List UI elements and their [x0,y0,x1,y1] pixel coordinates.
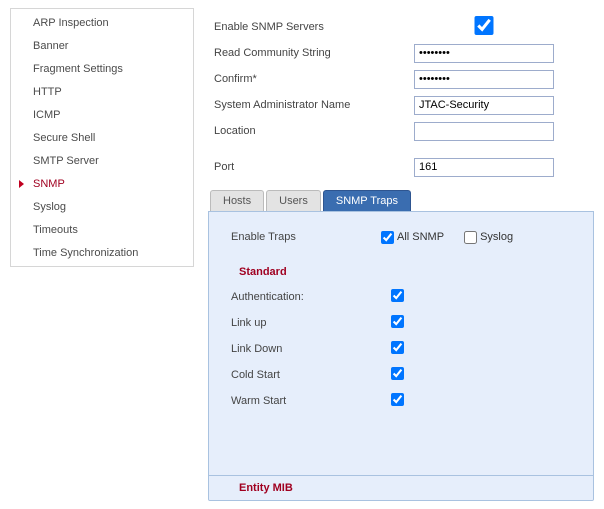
sidebar-item-label: HTTP [33,86,62,98]
sidebar-item-fragment-settings[interactable]: Fragment Settings [11,57,193,80]
location-input[interactable] [414,122,554,141]
admin-label: System Administrator Name [214,99,414,111]
enable-traps-label: Enable Traps [231,231,381,243]
community-input[interactable] [414,44,554,63]
sidebar: ARP Inspection Banner Fragment Settings … [10,8,194,267]
sidebar-item-arp-inspection[interactable]: ARP Inspection [11,11,193,34]
tab-hosts[interactable]: Hosts [210,190,264,211]
trap-coldstart-checkbox[interactable] [391,367,404,380]
trap-linkdown-label: Link Down [231,343,391,355]
confirm-label: Confirm* [214,73,414,85]
sidebar-item-label: Fragment Settings [33,63,123,75]
admin-input[interactable] [414,96,554,115]
main-panel: Enable SNMP Servers Read Community Strin… [208,8,594,501]
trap-linkup-label: Link up [231,317,391,329]
trap-warmstart-label: Warm Start [231,395,391,407]
sidebar-item-label: Syslog [33,201,66,213]
enable-snmp-label: Enable SNMP Servers [214,21,414,33]
tab-users[interactable]: Users [266,190,321,211]
sidebar-item-secure-shell[interactable]: Secure Shell [11,126,193,149]
entity-mib-section: Entity MIB [209,475,593,500]
enable-snmp-checkbox[interactable] [414,16,554,35]
tab-label: SNMP Traps [336,195,398,207]
trap-warmstart-checkbox[interactable] [391,393,404,406]
port-label: Port [214,161,414,173]
tab-label: Users [279,195,308,207]
sidebar-item-label: Banner [33,40,68,52]
tab-label: Hosts [223,195,251,207]
sidebar-item-snmp[interactable]: SNMP [11,172,193,195]
trap-auth-label: Authentication: [231,291,391,303]
traps-panel: Enable Traps All SNMP Syslog Standard Au… [208,211,594,501]
sidebar-item-icmp[interactable]: ICMP [11,103,193,126]
sidebar-item-label: ICMP [33,109,61,121]
entity-mib-title: Entity MIB [239,482,579,494]
allsnmp-label: All SNMP [397,231,444,243]
syslog-checkbox[interactable] [464,231,477,244]
trap-linkup-checkbox[interactable] [391,315,404,328]
sidebar-item-label: Time Synchronization [33,247,138,259]
sidebar-item-banner[interactable]: Banner [11,34,193,57]
community-label: Read Community String [214,47,414,59]
snmp-form: Enable SNMP Servers Read Community Strin… [208,14,594,190]
sidebar-item-syslog[interactable]: Syslog [11,195,193,218]
trap-auth-checkbox[interactable] [391,289,404,302]
location-label: Location [214,125,414,137]
trap-linkdown-checkbox[interactable] [391,341,404,354]
sidebar-item-http[interactable]: HTTP [11,80,193,103]
sidebar-item-time-synchronization[interactable]: Time Synchronization [11,241,193,264]
sidebar-item-label: Timeouts [33,224,78,236]
allsnmp-checkbox[interactable] [381,231,394,244]
standard-title: Standard [239,266,579,278]
active-arrow-icon [19,180,24,188]
trap-coldstart-label: Cold Start [231,369,391,381]
sidebar-item-timeouts[interactable]: Timeouts [11,218,193,241]
tab-snmp-traps[interactable]: SNMP Traps [323,190,411,211]
confirm-input[interactable] [414,70,554,89]
tab-strip: Hosts Users SNMP Traps [210,190,594,211]
syslog-label: Syslog [480,231,513,243]
sidebar-item-label: SNMP [33,178,65,190]
sidebar-item-label: SMTP Server [33,155,99,167]
sidebar-item-smtp-server[interactable]: SMTP Server [11,149,193,172]
sidebar-item-label: Secure Shell [33,132,95,144]
port-input[interactable] [414,158,554,177]
sidebar-item-label: ARP Inspection [33,17,109,29]
